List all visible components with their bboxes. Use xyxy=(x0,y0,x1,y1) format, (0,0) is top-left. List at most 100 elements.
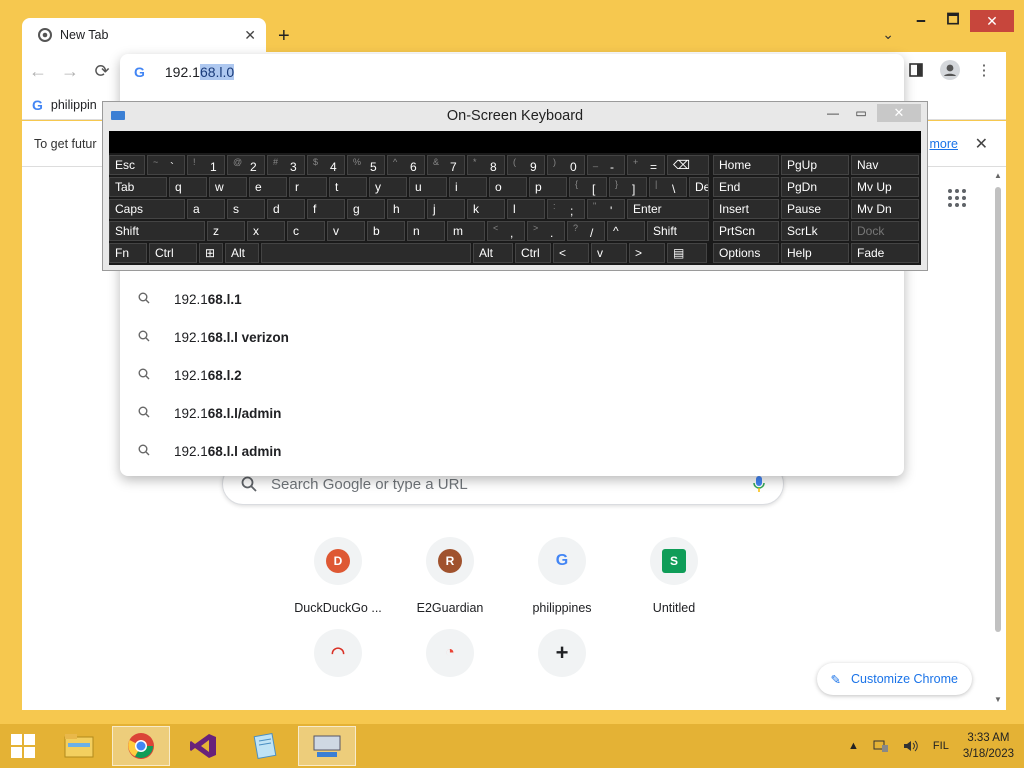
osk-key[interactable]: > xyxy=(629,243,665,263)
osk-key[interactable]: Fn xyxy=(109,243,147,263)
back-button[interactable]: ← xyxy=(22,55,54,87)
osk-key[interactable]: l xyxy=(507,199,545,219)
start-button[interactable] xyxy=(0,724,46,768)
osk-key[interactable]: >. xyxy=(527,221,565,241)
osk-key[interactable]: y xyxy=(369,177,407,197)
osk-nav-key[interactable]: PrtScn xyxy=(713,221,779,241)
osk-nav-key[interactable]: End xyxy=(713,177,779,197)
omnibox-suggestion[interactable]: 192.168.l.l verizon xyxy=(120,318,904,356)
osk-key[interactable]: c xyxy=(287,221,325,241)
osk-key[interactable]: <, xyxy=(487,221,525,241)
osk-key[interactable]: }] xyxy=(609,177,647,197)
osk-key[interactable]: p xyxy=(529,177,567,197)
osk-key[interactable]: % 5 xyxy=(347,155,385,175)
osk-nav-key[interactable]: Mv Dn xyxy=(851,199,919,219)
osk-key[interactable]: Tab xyxy=(109,177,167,197)
osk-key[interactable]: | \ xyxy=(649,177,687,197)
shortcut-tile[interactable]: ◠ xyxy=(282,629,394,693)
google-apps-icon[interactable] xyxy=(948,189,966,207)
osk-key[interactable]: h xyxy=(387,199,425,219)
side-panel-icon[interactable] xyxy=(902,56,930,84)
minimize-button[interactable]: 🗕 xyxy=(906,10,936,32)
osk-key[interactable]: d xyxy=(267,199,305,219)
osk-key[interactable]: Caps xyxy=(109,199,185,219)
osk-key[interactable]: e xyxy=(249,177,287,197)
osk-key[interactable]: Ctrl xyxy=(515,243,551,263)
osk-key[interactable]: {[ xyxy=(569,177,607,197)
omnibox-suggestion[interactable]: 192.168.l.2 xyxy=(120,356,904,394)
osk-key[interactable]: ▤ xyxy=(667,243,707,263)
osk-nav-key[interactable]: Insert xyxy=(713,199,779,219)
taskbar-notepad[interactable] xyxy=(236,726,294,766)
scroll-down-icon[interactable]: ▼ xyxy=(994,695,1002,704)
osk-key[interactable]: u xyxy=(409,177,447,197)
osk-nav-key[interactable]: Home xyxy=(713,155,779,175)
shortcut-tile[interactable]: D DuckDuckGo ... xyxy=(282,537,394,615)
osk-key[interactable]: * 8 xyxy=(467,155,505,175)
osk-nav-key[interactable]: Pause xyxy=(781,199,849,219)
osk-key[interactable]: Esc xyxy=(109,155,145,175)
taskbar-chrome[interactable] xyxy=(112,726,170,766)
shortcut-tile[interactable]: R E2Guardian xyxy=(394,537,506,615)
osk-key[interactable]: Shift xyxy=(647,221,709,241)
osk-key[interactable]: & 7 xyxy=(427,155,465,175)
tray-overflow-icon[interactable]: ▲ xyxy=(848,740,859,752)
osk-key[interactable]: ⌫ xyxy=(667,155,709,175)
osk-key[interactable]: i xyxy=(449,177,487,197)
omnibox-suggestion[interactable]: 192.168.l.l admin xyxy=(120,432,904,470)
osk-nav-key[interactable]: PgDn xyxy=(781,177,849,197)
osk-key[interactable]: a xyxy=(187,199,225,219)
osk-key[interactable]: ~ ` xyxy=(147,155,185,175)
osk-key[interactable]: Ctrl xyxy=(149,243,197,263)
osk-key[interactable]: Alt xyxy=(473,243,513,263)
info-bar-link[interactable]: more xyxy=(930,137,958,151)
osk-minimize-button[interactable]: — xyxy=(821,104,845,122)
bookmark-item[interactable]: philippin xyxy=(51,98,97,112)
osk-key[interactable]: Del xyxy=(689,177,709,197)
clock[interactable]: 3:33 AM 3/18/2023 xyxy=(963,730,1014,762)
osk-key[interactable]: Alt xyxy=(225,243,259,263)
osk-key[interactable]: o xyxy=(489,177,527,197)
osk-key[interactable]: w xyxy=(209,177,247,197)
osk-titlebar[interactable]: On-Screen Keyboard — ▭ ✕ xyxy=(103,102,927,130)
osk-key[interactable]: v xyxy=(327,221,365,241)
page-scrollbar[interactable]: ▲ ▼ xyxy=(994,171,1002,704)
osk-key[interactable]: s xyxy=(227,199,265,219)
scrollbar-thumb[interactable] xyxy=(995,187,1001,632)
customize-chrome-button[interactable]: ✎ Customize Chrome xyxy=(816,663,972,695)
osk-key[interactable]: ^ xyxy=(607,221,645,241)
osk-key[interactable]: _ - xyxy=(587,155,625,175)
osk-key[interactable]: < xyxy=(553,243,589,263)
osk-nav-key[interactable]: ScrLk xyxy=(781,221,849,241)
osk-nav-key[interactable]: Dock xyxy=(851,221,919,241)
osk-key[interactable]: ) 0 xyxy=(547,155,585,175)
osk-key[interactable]: #3 xyxy=(267,155,305,175)
osk-nav-key[interactable]: Nav xyxy=(851,155,919,175)
osk-key[interactable]: @2 xyxy=(227,155,265,175)
menu-kebab-icon[interactable]: ⋮ xyxy=(970,56,998,84)
osk-key[interactable]: r xyxy=(289,177,327,197)
osk-key[interactable]: v xyxy=(591,243,627,263)
osk-key[interactable]: x xyxy=(247,221,285,241)
shortcut-tile[interactable]: S Untitled xyxy=(618,537,730,615)
tab-new-tab[interactable]: New Tab ✕ xyxy=(22,18,266,52)
osk-nav-key[interactable]: Fade xyxy=(851,243,919,263)
osk-key[interactable]: Shift xyxy=(109,221,205,241)
osk-key[interactable]: Enter xyxy=(627,199,709,219)
shortcut-tile[interactable]: + xyxy=(506,629,618,693)
omnibox-input[interactable]: G 192.168.l.0 xyxy=(134,60,235,84)
taskbar-file-explorer[interactable] xyxy=(50,726,108,766)
osk-key[interactable]: z xyxy=(207,221,245,241)
osk-nav-key[interactable]: Help xyxy=(781,243,849,263)
info-bar-close-icon[interactable]: ✕ xyxy=(975,134,988,154)
osk-maximize-button[interactable]: ▭ xyxy=(849,104,873,122)
osk-key[interactable]: q xyxy=(169,177,207,197)
osk-key[interactable]: ! 1 xyxy=(187,155,225,175)
new-tab-button[interactable]: + xyxy=(278,26,290,46)
volume-icon[interactable] xyxy=(903,739,919,753)
osk-key[interactable]: ? / xyxy=(567,221,605,241)
osk-key[interactable]: b xyxy=(367,221,405,241)
maximize-button[interactable]: 🗖 xyxy=(938,10,968,32)
osk-key[interactable]: (9 xyxy=(507,155,545,175)
osk-key[interactable] xyxy=(261,243,471,263)
